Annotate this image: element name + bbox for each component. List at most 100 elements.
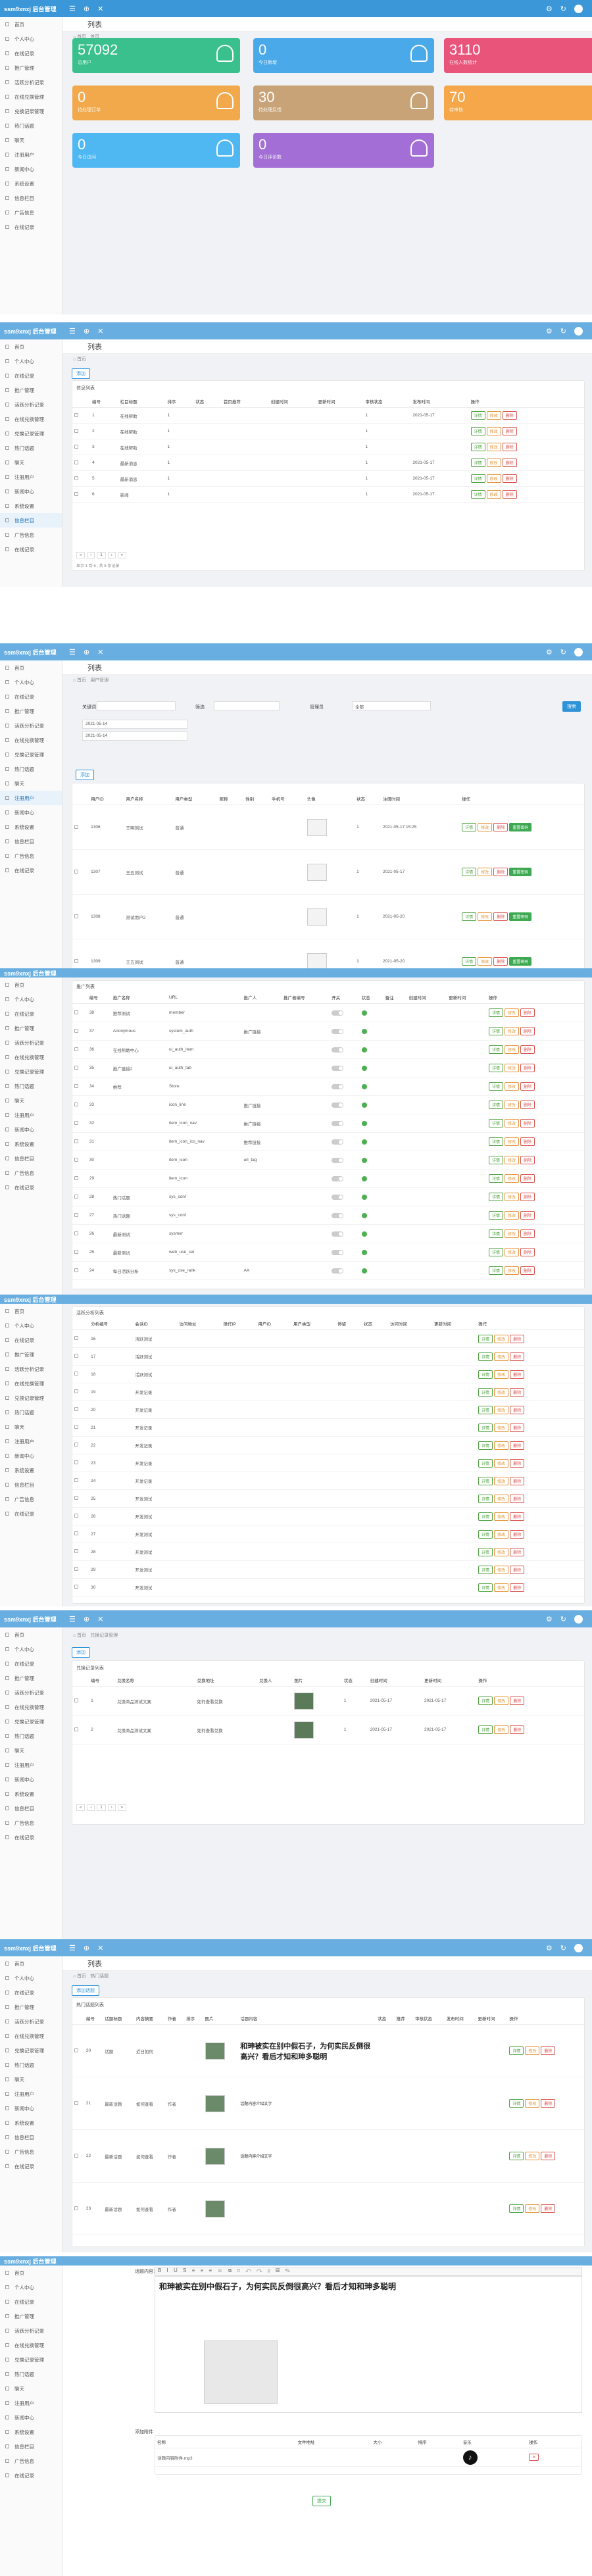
view-button[interactable]: 详情	[488, 1101, 503, 1109]
edit-button[interactable]: 修改	[504, 1027, 519, 1035]
sidebar-item[interactable]: 注册用户	[0, 1108, 62, 1122]
settings-icon[interactable]: ⚙	[546, 648, 553, 656]
edit-button[interactable]: 修改	[525, 2046, 540, 2055]
page-next[interactable]: ›	[107, 1804, 116, 1811]
refresh-icon[interactable]: ↻	[560, 327, 566, 335]
edit-button[interactable]: 修改	[504, 1137, 519, 1146]
view-button[interactable]: 详情	[478, 1370, 493, 1379]
sidebar-item[interactable]: 在线记录	[0, 542, 62, 557]
sidebar-item[interactable]: 新闻中心	[0, 1449, 62, 1463]
sidebar-item[interactable]: 信息栏目	[0, 513, 62, 528]
delete-button[interactable]: 删除	[510, 1441, 525, 1450]
view-button[interactable]: 详情	[478, 1387, 493, 1397]
extra-button[interactable]: 重置密码	[509, 957, 532, 966]
edit-button[interactable]: 修改	[504, 1045, 519, 1054]
sidebar-item[interactable]: 注册用户	[0, 1758, 62, 1772]
sidebar-item[interactable]: 新闻中心	[0, 484, 62, 499]
sidebar-item[interactable]: 活跃分析记录	[0, 2323, 62, 2338]
notification-icon[interactable]: ⚙	[546, 5, 553, 13]
row-checkbox[interactable]	[74, 1425, 78, 1429]
edit-button[interactable]: 修改	[504, 1211, 519, 1220]
sidebar-item[interactable]: 首页	[0, 17, 62, 32]
sidebar-item[interactable]: 兑换记录管理	[0, 426, 62, 441]
user-avatar[interactable]	[574, 4, 583, 13]
edit-button[interactable]: 修改	[494, 1334, 509, 1343]
delete-button[interactable]: 删除	[493, 823, 508, 831]
sidebar-item[interactable]: 推广管理	[0, 704, 62, 718]
delete-button[interactable]: 删除	[510, 1565, 525, 1574]
edit-button[interactable]: 修改	[486, 474, 501, 483]
view-button[interactable]: 详情	[470, 474, 485, 483]
globe-icon[interactable]: ⊕	[84, 1615, 89, 1623]
sidebar-item[interactable]: 广告信息	[0, 205, 62, 220]
edit-button[interactable]: 修改	[504, 1174, 519, 1183]
row-checkbox[interactable]	[74, 1727, 78, 1731]
delete-button[interactable]: 删除	[510, 1725, 525, 1734]
sidebar-item[interactable]: 信息栏目	[0, 834, 62, 849]
row-checkbox[interactable]	[74, 1249, 78, 1254]
sidebar-item[interactable]: 首页	[0, 660, 62, 675]
sidebar-item[interactable]: 在线兑换管理	[0, 1050, 62, 1064]
view-button[interactable]: 详情	[488, 1027, 503, 1035]
sidebar-item[interactable]: 兑换记录管理	[0, 747, 62, 762]
edit-button[interactable]: 修改	[478, 957, 493, 966]
page-next[interactable]: ›	[107, 552, 116, 558]
view-button[interactable]: 详情	[470, 411, 485, 420]
sidebar-item[interactable]: 活跃分析记录	[0, 1685, 62, 1700]
edit-button[interactable]: 修改	[478, 823, 493, 831]
view-button[interactable]: 详情	[478, 1494, 493, 1503]
edit-button[interactable]: 修改	[494, 1370, 509, 1379]
sidebar-item[interactable]: 在线记录	[0, 2294, 62, 2309]
row-checkbox[interactable]	[74, 2100, 78, 2105]
edit-button[interactable]: 修改	[504, 1193, 519, 1201]
edit-button[interactable]: 修改	[525, 2099, 540, 2108]
row-checkbox[interactable]	[74, 1407, 78, 1411]
edit-button[interactable]: 修改	[494, 1494, 509, 1503]
add-button[interactable]: 添加	[72, 1647, 90, 1658]
sidebar-item[interactable]: 广告信息	[0, 528, 62, 542]
sidebar-item[interactable]: 新闻中心	[0, 162, 62, 176]
edit-button[interactable]: 修改	[494, 1476, 509, 1485]
row-checkbox[interactable]	[74, 1120, 78, 1125]
delete-button[interactable]: 删除	[520, 1137, 535, 1146]
globe-icon[interactable]: ⊕	[84, 327, 89, 335]
delete-button[interactable]: 删除	[541, 2152, 556, 2160]
edit-button[interactable]: 修改	[504, 1156, 519, 1164]
sidebar-item[interactable]: 推广管理	[0, 1671, 62, 1685]
toggle-switch[interactable]	[332, 1268, 344, 1274]
sidebar-item[interactable]: 在线记录	[0, 46, 62, 61]
filter-input[interactable]	[214, 701, 280, 710]
page-prev[interactable]: ‹	[87, 552, 95, 558]
delete-button[interactable]: 删除	[510, 1387, 525, 1397]
sidebar-item[interactable]: 热门话题	[0, 1729, 62, 1743]
menu-icon[interactable]: ☰	[69, 1615, 76, 1623]
delete-button[interactable]: 删除	[510, 1547, 525, 1556]
breadcrumb-home[interactable]: ⌂ 首页	[73, 1973, 86, 1979]
view-button[interactable]: 详情	[478, 1441, 493, 1450]
sidebar-item[interactable]: 系统设置	[0, 1787, 62, 1801]
edit-button[interactable]: 修改	[504, 1119, 519, 1127]
view-button[interactable]: 详情	[470, 458, 485, 467]
settings-icon[interactable]: ⚙	[546, 1615, 553, 1623]
sidebar-item[interactable]: 在线记录	[0, 1830, 62, 1845]
sidebar-item[interactable]: 个人中心	[0, 992, 62, 1006]
sidebar-item[interactable]: 在线兑换管理	[0, 89, 62, 104]
sidebar-item[interactable]: 在线兑换管理	[0, 733, 62, 747]
sidebar-item[interactable]: 聊天	[0, 1093, 62, 1108]
view-button[interactable]: 详情	[478, 1476, 493, 1485]
add-button[interactable]: 添加	[76, 770, 94, 780]
view-button[interactable]: 详情	[478, 1458, 493, 1468]
delete-button[interactable]: 删除	[520, 1082, 535, 1091]
sidebar-item[interactable]: 兑换记录管理	[0, 2352, 62, 2367]
sidebar-item[interactable]: 在线记录	[0, 2468, 62, 2483]
sidebar-item[interactable]: 热门话题	[0, 762, 62, 776]
sidebar-item[interactable]: 信息栏目	[0, 1477, 62, 1492]
row-checkbox[interactable]	[74, 1567, 78, 1571]
edit-button[interactable]: 修改	[494, 1352, 509, 1361]
row-checkbox[interactable]	[74, 1496, 78, 1500]
sidebar-item[interactable]: 热门话题	[0, 1079, 62, 1093]
sidebar-item[interactable]: 活跃分析记录	[0, 1035, 62, 1050]
delete-button[interactable]: 删除	[510, 1352, 525, 1361]
edit-button[interactable]: 修改	[486, 427, 501, 435]
edit-button[interactable]: 修改	[494, 1387, 509, 1397]
